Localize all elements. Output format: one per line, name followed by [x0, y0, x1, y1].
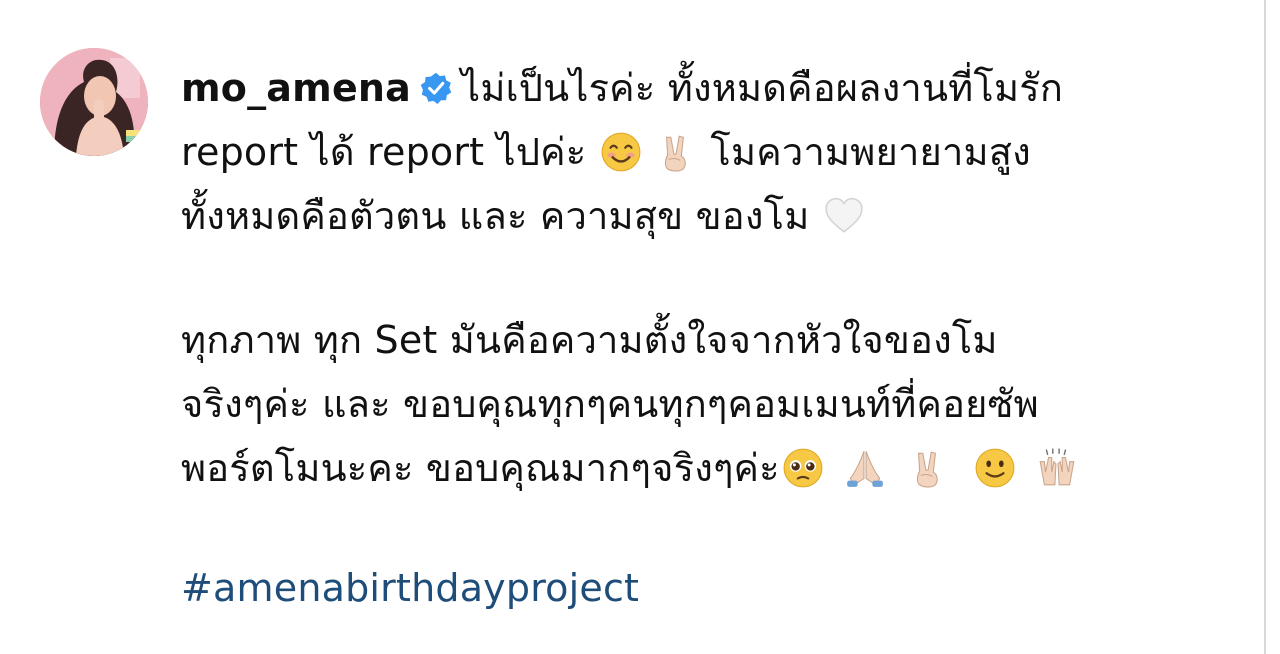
caption-text-segment: พอร์ตโมนะคะ ขอบคุณมากๆจริงๆค่ะ [181, 446, 780, 490]
hashtag-link[interactable]: #amenabirthdayproject [181, 566, 639, 610]
pleading-face-icon [783, 448, 823, 488]
caption-text-segment: ไม่เป็นไรค่ะ ทั้งหมดคือผลงานที่โมรัก [461, 66, 1064, 110]
caption-text-segment: ทุกภาพ ทุก Set มันคือความตั้งใจจากหัวใจข… [181, 318, 998, 362]
smiling-face-icon [601, 132, 641, 172]
username-link[interactable]: mo_amena [181, 66, 411, 110]
post-caption-block: mo_amena ไม่เป็นไรค่ะ ทั้งหมดคือผลงานที่โ… [0, 0, 1280, 654]
caption-text-segment: ทั้งหมดคือตัวตน และ ความสุข ของโม [181, 194, 810, 238]
caption-text-segment: report ได้ report ไปค่ะ [181, 130, 587, 174]
avatar[interactable] [40, 48, 148, 156]
caption-line-2: report ได้ report ไปค่ะ โมความพยายามสูง [181, 120, 1241, 184]
victory-hand-icon [916, 451, 938, 488]
avatar-image [40, 48, 148, 156]
caption-line-5: จริงๆค่ะ และ ขอบคุณทุกๆคนทุกๆคอมเมนท์ที่… [181, 372, 1241, 436]
scrollbar[interactable] [1264, 0, 1266, 654]
white-heart-icon [825, 197, 864, 233]
caption-text-segment: โมความพยายามสูง [710, 130, 1031, 174]
caption-text: mo_amena ไม่เป็นไรค่ะ ทั้งหมดคือผลงานที่โ… [181, 56, 1241, 620]
caption-line-1: mo_amena ไม่เป็นไรค่ะ ทั้งหมดคือผลงานที่โ… [181, 56, 1241, 120]
verified-badge-icon [420, 72, 452, 104]
caption-line-6: พอร์ตโมนะคะ ขอบคุณมากๆจริงๆค่ะ [181, 436, 1241, 500]
raising-hands-icon [1039, 448, 1075, 486]
folded-hands-icon [846, 451, 883, 487]
caption-line-4: ทุกภาพ ทุก Set มันคือความตั้งใจจากหัวใจข… [181, 308, 1241, 372]
victory-hand-icon [665, 135, 687, 172]
caption-line-hashtag: #amenabirthdayproject [181, 556, 1241, 620]
caption-line-3: ทั้งหมดคือตัวตน และ ความสุข ของโม [181, 184, 1241, 248]
slightly-smiling-face-icon [975, 448, 1015, 488]
caption-text-segment: จริงๆค่ะ และ ขอบคุณทุกๆคนทุกๆคอมเมนท์ที่… [181, 382, 1039, 426]
